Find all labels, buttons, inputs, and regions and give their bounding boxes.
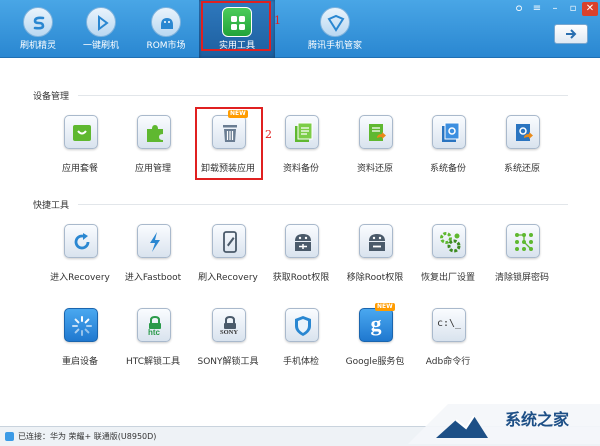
section-title-device: 设备管理: [33, 92, 70, 102]
section-divider: [78, 95, 568, 96]
uninstall-tile-highlight: [195, 107, 263, 180]
htc-lock-icon: htc: [137, 308, 171, 342]
tile-data-backup[interactable]: 资料备份: [263, 115, 339, 181]
sony-lock-icon: SONY: [212, 308, 246, 342]
tile-enter-fastboot[interactable]: 进入Fastboot: [115, 224, 191, 290]
nav-item-tencent-manager[interactable]: 腾讯手机管家: [290, 0, 380, 58]
section-divider: [78, 204, 568, 205]
pattern-lock-icon: [506, 224, 540, 258]
tile-label: 系统还原: [503, 164, 540, 174]
terminal-icon: c:\_: [432, 308, 466, 342]
tile-flash-recovery[interactable]: 刷入Recovery: [190, 224, 266, 290]
connection-status-icon: [5, 432, 14, 441]
tile-google-services[interactable]: g NEW Google服务包: [337, 303, 413, 374]
connection-status-text: 已连接：华为 荣耀+ 联通版(U8950D): [18, 432, 157, 441]
refresh-icon: [64, 224, 98, 258]
gears-icon: [432, 224, 466, 258]
shield-icon: [320, 7, 350, 37]
tile-phone-checkup[interactable]: 手机体检: [263, 308, 339, 374]
terminal-prompt-text: c:\_: [436, 318, 462, 329]
nav-item-label: ROM市场: [146, 41, 186, 51]
tools-tab-highlight: [201, 1, 271, 51]
lightning-icon: [137, 224, 171, 258]
nav-item-rom-market[interactable]: ROM市场: [128, 0, 204, 58]
loading-icon: [64, 308, 98, 342]
section-title-quick: 快捷工具: [33, 201, 70, 211]
tile-app-manager[interactable]: 应用管理: [115, 115, 191, 181]
phone-edit-icon: [212, 224, 246, 258]
annotation-marker-2: 2: [265, 128, 272, 141]
tile-system-backup[interactable]: 系统备份: [410, 115, 486, 181]
tile-system-restore[interactable]: 系统还原: [484, 115, 560, 181]
tile-adb-terminal[interactable]: c:\_ Adb命令行: [410, 308, 486, 374]
arrow-right-icon: [566, 29, 577, 39]
document-restore-icon: [359, 115, 393, 149]
document-backup-icon: [285, 115, 319, 149]
tile-reboot-device[interactable]: 重启设备: [42, 308, 118, 374]
menu-icon[interactable]: ≡: [529, 2, 545, 16]
android-icon: [151, 7, 181, 37]
tile-clear-lock-password[interactable]: 清除锁屏密码: [484, 224, 560, 290]
google-icon: g: [359, 308, 393, 342]
tile-label: Adb命令行: [425, 357, 471, 367]
tile-label: 清除锁屏密码: [494, 273, 549, 283]
shuaji-logo-icon: [23, 7, 53, 37]
top-nav-bar: 刷机精灵 一键刷机 ROM市场 实用工具 腾讯手机管家 1 ᴑ ≡ – ▫ ✕: [0, 0, 600, 58]
system-backup-icon: [432, 115, 466, 149]
system-restore-icon: [506, 115, 540, 149]
nav-item-label: 腾讯手机管家: [307, 41, 362, 51]
tile-htc-unlock[interactable]: htc HTC解锁工具: [115, 308, 191, 374]
minimize-icon[interactable]: –: [547, 2, 563, 16]
google-brand-text: g: [370, 311, 382, 336]
watermark-logo-icon: [408, 404, 600, 444]
tile-remove-root[interactable]: 移除Root权限: [337, 224, 413, 290]
tile-factory-reset[interactable]: 恢复出厂设置: [410, 224, 486, 290]
htc-brand-text: htc: [148, 328, 160, 337]
tile-get-root[interactable]: 获取Root权限: [263, 224, 339, 290]
sony-brand-text: SONY: [219, 329, 239, 336]
tile-sony-unlock[interactable]: SONY SONY解锁工具: [190, 308, 266, 374]
connect-arrow-button[interactable]: [554, 24, 588, 44]
tile-app-bundle[interactable]: 应用套餐: [42, 115, 118, 181]
root-android-icon: [285, 224, 319, 258]
puzzle-icon: [137, 115, 171, 149]
annotation-marker-1: 1: [274, 14, 281, 27]
tile-data-restore[interactable]: 资料还原: [337, 115, 413, 181]
watermark-text: 系统之家: [505, 410, 570, 429]
remove-root-icon: [359, 224, 393, 258]
tile-enter-recovery[interactable]: 进入Recovery: [42, 224, 118, 290]
shield-check-icon: [285, 308, 319, 342]
feedback-icon[interactable]: ᴑ: [511, 2, 527, 16]
shopping-bag-icon: [64, 115, 98, 149]
close-icon[interactable]: ✕: [582, 2, 598, 16]
play-icon: [86, 7, 116, 37]
new-badge: NEW: [375, 303, 395, 311]
maximize-icon[interactable]: ▫: [565, 2, 581, 16]
